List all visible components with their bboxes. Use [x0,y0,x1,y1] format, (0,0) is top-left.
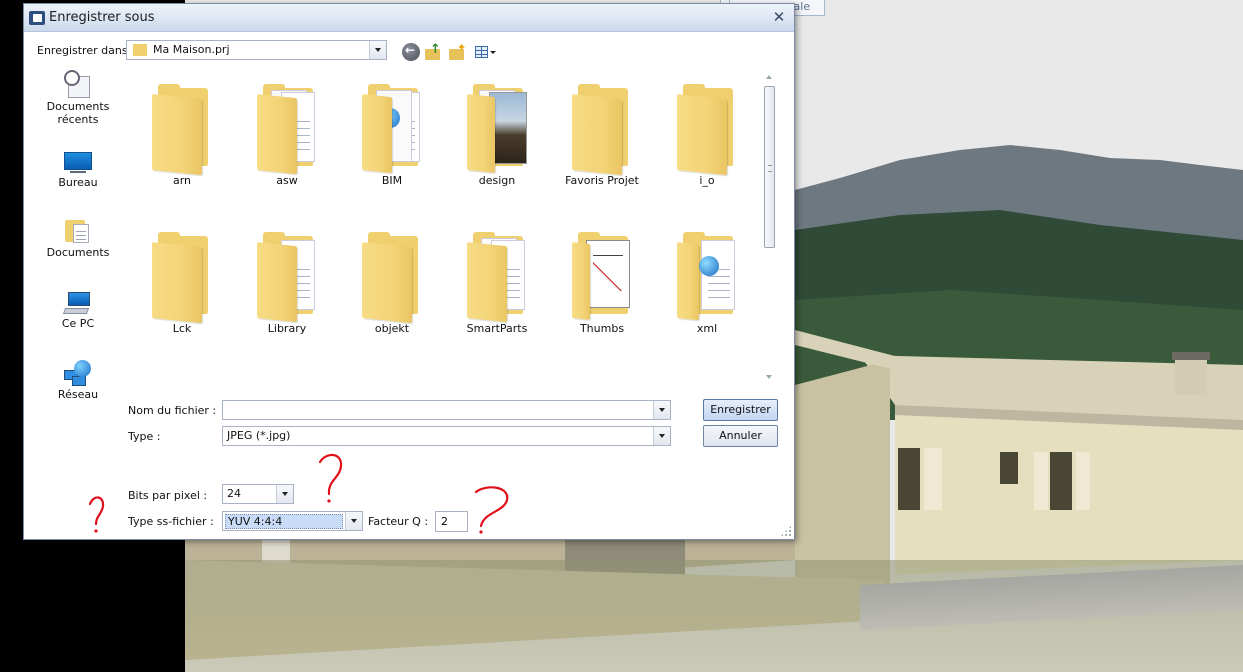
location-dropdown[interactable]: Ma Maison.prj [126,40,387,60]
new-folder-icon[interactable]: ✦ [448,41,466,61]
folder-item[interactable]: BIM [347,82,437,192]
folder-name: Favoris Projet [565,174,639,187]
resize-grip[interactable] [780,525,792,537]
location-value: Ma Maison.prj [153,43,230,56]
place-recent-documents[interactable]: Documents récents [38,70,118,126]
place-label: Réseau [57,388,99,401]
place-label: Ce PC [61,317,95,330]
bits-value: 24 [227,487,241,500]
folder-photo-icon [467,84,527,173]
q-factor-label: Facteur Q : [368,515,429,528]
save-button[interactable]: Enregistrer [703,399,778,421]
desktop-icon [62,146,94,176]
location-folder-icon [133,44,147,56]
view-menu-icon[interactable] [474,43,496,61]
folder-sketch-icon [572,232,632,320]
filename-input[interactable] [222,400,671,420]
location-label: Enregistrer dans : [37,44,135,57]
type-dropdown[interactable]: JPEG (*.jpg) [222,426,671,446]
shutter [924,448,942,510]
dialog-title: Enregistrer sous [49,10,155,25]
place-documents[interactable]: Documents [38,216,118,259]
folder-item[interactable]: Library [242,230,332,340]
folder-name: design [478,174,516,187]
chevron-down-icon[interactable] [653,427,670,445]
documents-icon [62,216,94,246]
computer-icon [62,287,94,317]
folder-name: Library [267,322,307,335]
up-folder-icon[interactable]: ↑ [424,42,442,61]
folder-item[interactable]: Lck [137,230,227,340]
scroll-thumb[interactable] [764,86,775,248]
app-icon [29,11,45,25]
scroll-down-icon[interactable] [766,375,772,379]
place-label: Bureau [58,176,98,189]
chevron-down-icon[interactable] [369,41,386,59]
folder-icon [362,232,422,324]
subtype-dropdown[interactable]: YUV 4:4:4 [222,511,363,531]
shutter [1034,452,1048,510]
shutter [1076,452,1090,510]
save-as-dialog: Enregistrer sous ✕ Enregistrer dans : Ma… [23,3,795,540]
folder-item[interactable]: i_o [662,82,752,192]
subtype-label: Type ss-fichier : [128,515,214,528]
folder-globe-icon [362,84,422,174]
place-this-pc[interactable]: Ce PC [38,287,118,330]
place-desktop[interactable]: Bureau [38,146,118,189]
folder-name: Thumbs [579,322,625,335]
network-icon [62,358,94,388]
folder-papers-icon [257,232,317,323]
folder-name: Lck [172,322,192,335]
cancel-button[interactable]: Annuler [703,425,778,447]
folder-item[interactable]: objekt [347,230,437,340]
filename-label: Nom du fichier : [128,404,217,417]
chevron-down-icon[interactable] [276,485,293,503]
chimney-cap [1172,352,1210,360]
folder-icon [152,232,212,324]
type-label: Type : [128,430,161,443]
window [898,448,920,510]
folder-icon [572,84,632,176]
bits-dropdown[interactable]: 24 [222,484,294,504]
back-icon[interactable] [402,43,420,61]
bits-label: Bits par pixel : [128,489,208,502]
folder-name: SmartParts [466,322,528,335]
folder-name: arn [172,174,192,187]
folder-item[interactable]: Thumbs [557,230,647,340]
chimney [1175,355,1207,395]
subtype-value: YUV 4:4:4 [225,514,343,529]
folder-name: i_o [699,174,715,187]
folder-item[interactable]: design [452,82,542,192]
place-network[interactable]: Réseau [38,358,118,401]
q-factor-input[interactable]: 2 [435,511,468,532]
title-bar[interactable]: Enregistrer sous ✕ [24,4,794,32]
scroll-up-icon[interactable] [766,75,772,79]
folder-item[interactable]: asw [242,82,332,192]
folder-papers-icon [467,232,527,323]
folder-icon [677,84,737,176]
folder-name: objekt [374,322,410,335]
type-value: JPEG (*.jpg) [227,429,291,442]
folder-item[interactable]: Favoris Projet [557,82,647,192]
folder-name: xml [696,322,718,335]
place-label: Documents récents [46,100,110,126]
folder-item[interactable]: SmartParts [452,230,542,340]
folder-icon [152,84,212,176]
close-button[interactable]: ✕ [770,8,788,26]
folder-item[interactable]: xml [662,230,752,340]
folder-globe-icon [677,232,737,321]
chevron-down-icon[interactable] [345,512,362,530]
folder-name: asw [276,174,298,187]
q-factor-value: 2 [441,515,448,528]
chevron-down-icon[interactable] [653,401,670,419]
place-label: Documents [46,246,110,259]
file-list-scrollbar[interactable] [763,73,776,381]
window [1050,452,1072,510]
window [1000,452,1018,484]
recent-documents-icon [62,70,94,100]
folder-item[interactable]: arn [137,82,227,192]
folder-papers-icon [257,84,317,175]
folder-name: BIM [381,174,403,187]
